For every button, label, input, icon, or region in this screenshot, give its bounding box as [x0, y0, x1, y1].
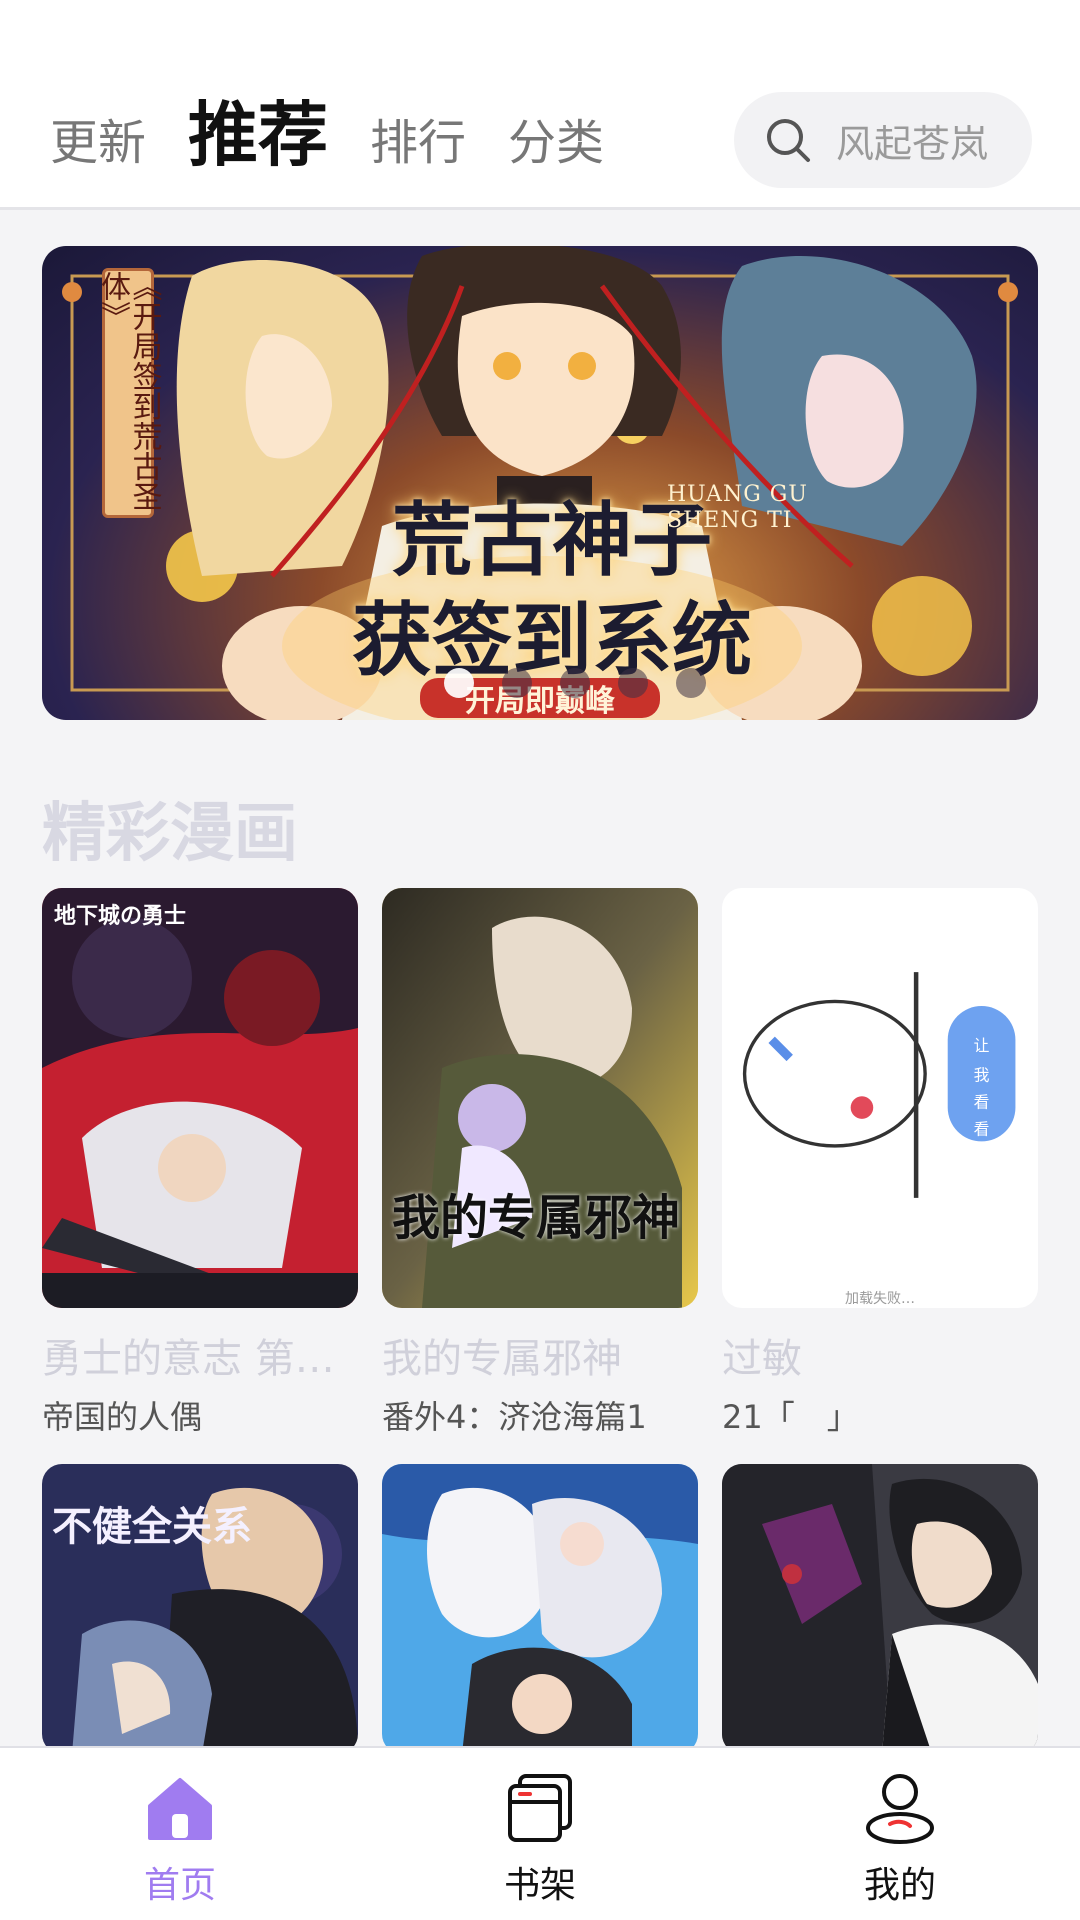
- comic-cover-failed: 让 我 看 看 加载失败…: [722, 888, 1038, 1308]
- comic-cover: 地下城の勇士: [42, 888, 358, 1308]
- comic-card[interactable]: [722, 1464, 1038, 1754]
- comic-title: 过敏: [722, 1336, 802, 1382]
- comic-card[interactable]: 我的专属邪神 我的专属邪神 番外4：济沧海篇1: [382, 888, 698, 1438]
- comic-title: 我的专属邪神: [382, 1336, 622, 1382]
- bubble-text-1: 让: [974, 1036, 990, 1055]
- cover-title-text: 我的专属邪神: [392, 1190, 681, 1246]
- nav-label: 首页: [143, 1865, 216, 1906]
- banner-pinyin-line2: SHENG TI: [667, 508, 793, 534]
- comic-cover: 不健全关系: [42, 1464, 358, 1754]
- comic-cover: [722, 1464, 1038, 1754]
- pagination-dot[interactable]: [502, 668, 532, 698]
- cover-art-mecha: [722, 1464, 1038, 1754]
- comic-latest-chapter: 21「 」: [722, 1398, 859, 1436]
- comic-card[interactable]: 让 我 看 看 加载失败… 过敏 21「 」: [722, 888, 1038, 1438]
- search-placeholder: 风起苍岚: [836, 121, 989, 166]
- bottom-nav: 首页 书架 我的: [0, 1746, 1080, 1920]
- banner-pinyin-line1: HUANG GU: [667, 482, 808, 507]
- pagination-dot[interactable]: [560, 668, 590, 698]
- banner-pagination: [444, 668, 706, 698]
- home-icon: [148, 1778, 212, 1840]
- app-root: 更新 推荐 排行 分类 风起苍岚 《开局签到荒古圣体》 荒古神子 获签到系统 H…: [0, 0, 1080, 1920]
- nav-label: 我的: [863, 1865, 936, 1906]
- cover-art-brave: [42, 888, 358, 1308]
- section-title: 精彩漫画: [42, 797, 298, 871]
- bubble-text-4: 看: [974, 1120, 990, 1139]
- tab-update[interactable]: 更新: [50, 119, 146, 167]
- comic-title: 勇士的意志 第…: [42, 1336, 335, 1382]
- banner-carousel[interactable]: 《开局签到荒古圣体》 荒古神子 获签到系统 HUANG GU SHENG TI …: [42, 246, 1038, 720]
- nav-label: 书架: [503, 1865, 576, 1906]
- banner-side-title: 《开局签到荒古圣体》: [95, 268, 162, 518]
- comic-card[interactable]: [382, 1464, 698, 1754]
- bookshelf-icon: [508, 1774, 572, 1842]
- bubble-text-2: 我: [974, 1065, 990, 1084]
- load-failed-mascot-icon: 让 我 看 看: [742, 972, 1016, 1198]
- search-icon: [767, 119, 810, 162]
- load-failed-text: 加载失败…: [845, 1291, 915, 1307]
- top-header: 更新 推荐 排行 分类 风起苍岚: [0, 0, 1080, 210]
- pagination-dot[interactable]: [618, 668, 648, 698]
- cover-art-white-hair: [382, 1464, 698, 1754]
- pagination-dot[interactable]: [676, 668, 706, 698]
- tab-recommend[interactable]: 推荐: [188, 100, 328, 170]
- pagination-dot[interactable]: [444, 668, 474, 698]
- banner-pinyin: HUANG GU SHENG TI: [667, 482, 808, 535]
- top-tabs: 更新 推荐 排行 分类: [50, 100, 646, 170]
- tab-category[interactable]: 分类: [508, 119, 604, 167]
- comic-card[interactable]: 不健全关系: [42, 1464, 358, 1754]
- bubble-text-3: 看: [974, 1093, 990, 1112]
- comic-cover: [382, 1464, 698, 1754]
- tab-ranking[interactable]: 排行: [370, 119, 466, 167]
- profile-icon: [866, 1774, 934, 1844]
- cover-title-text: 不健全关系: [52, 1503, 252, 1550]
- comic-card[interactable]: 地下城の勇士 勇士的意志 第… 帝国的人偶: [42, 888, 358, 1438]
- comic-latest-chapter: 番外4：济沧海篇1: [382, 1398, 647, 1436]
- search-bar[interactable]: 风起苍岚: [734, 92, 1032, 188]
- nav-bookshelf[interactable]: 书架: [360, 1748, 720, 1920]
- comic-latest-chapter: 帝国的人偶: [42, 1398, 203, 1436]
- nav-home[interactable]: 首页: [0, 1748, 360, 1920]
- cover-title-text: 地下城の勇士: [54, 903, 187, 929]
- nav-profile[interactable]: 我的: [720, 1748, 1080, 1920]
- comic-cover: 我的专属邪神: [382, 888, 698, 1308]
